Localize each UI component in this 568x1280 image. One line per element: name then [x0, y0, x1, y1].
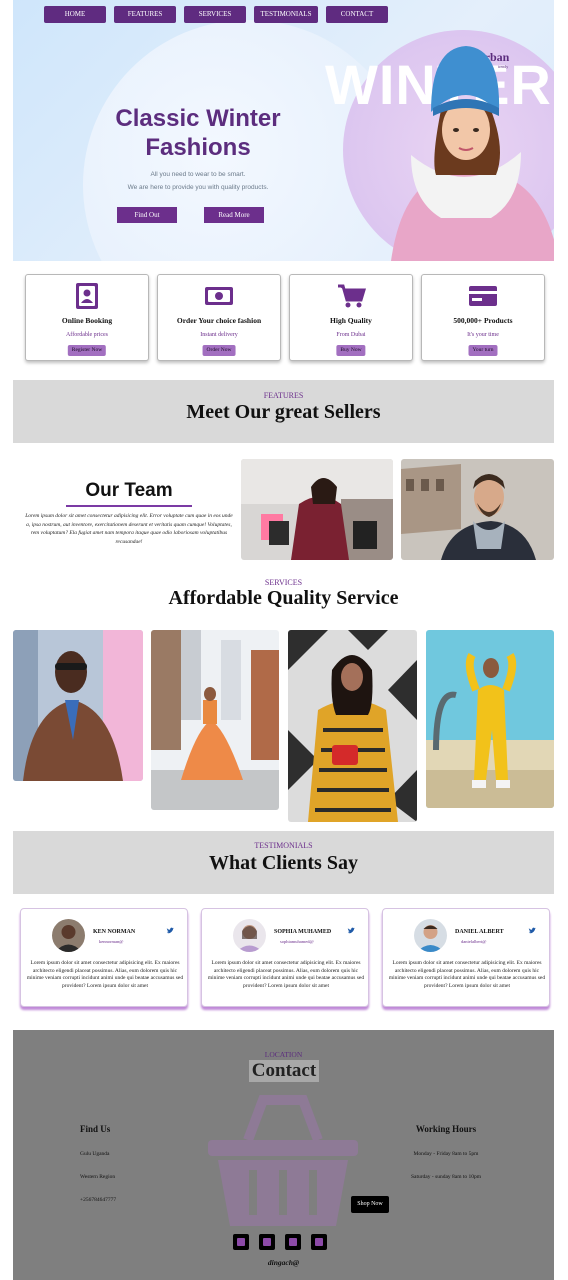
- service-photo-orange-dress: [151, 630, 279, 810]
- section-heading: Meet Our great Sellers: [186, 401, 381, 423]
- working-hours-heading: Working Hours: [415, 1124, 477, 1134]
- team-title-underline: [66, 505, 192, 507]
- testimonial-card: SOPHIA MUHAMED sophiamuhamed@ Lorem ipsu…: [201, 908, 369, 1007]
- nav-features[interactable]: FEATURES: [114, 6, 176, 23]
- seller-photo-man: [401, 459, 554, 560]
- avatar: [233, 919, 266, 952]
- section-kicker: TESTIMONIALS: [254, 841, 313, 850]
- twitter-icon[interactable]: [259, 1234, 275, 1250]
- money-icon: [205, 287, 233, 305]
- section-kicker: SERVICES: [264, 578, 303, 587]
- testimonial-text: Lorem ipsum dolor sit amet consectetur a…: [26, 960, 184, 989]
- team-description: Lorem ipsum dolor sit amet consectetur a…: [25, 513, 233, 545]
- feature-card-products: 500,000+ Products It's your time Your tu…: [421, 274, 545, 361]
- testimonial-name: DANIEL ALBERT: [455, 929, 504, 935]
- nav-testimonials[interactable]: TESTIMONIALS: [254, 6, 318, 23]
- service-photo-striped-coat: [288, 630, 417, 822]
- order-now-button[interactable]: Order Now: [202, 345, 236, 356]
- booking-icon: [76, 283, 98, 309]
- feature-title: 500,000+ Products: [453, 316, 513, 325]
- features-section-header: FEATURES Meet Our great Sellers: [13, 380, 554, 443]
- contact-heading: Contact: [249, 1060, 319, 1082]
- contact-footer: LOCATION Contact Find Us Gulu Uganda Wes…: [13, 1030, 554, 1280]
- address-line: Western Region: [80, 1174, 116, 1180]
- hero-model-image: [391, 46, 554, 261]
- register-now-button[interactable]: Register Now: [67, 345, 107, 356]
- feature-card-quality: High Quality From Dubai Buy Now: [289, 274, 413, 361]
- main-nav: HOME FEATURES SERVICES TESTIMONIALS CONT…: [44, 6, 388, 23]
- facebook-icon[interactable]: [233, 1234, 249, 1250]
- testimonial-name: KEN NORMAN: [93, 929, 136, 935]
- testimonial-handle: sophiamuhamed@: [280, 939, 314, 944]
- feature-cards: Online Booking Affordable prices Registe…: [25, 274, 545, 361]
- cart-icon: [338, 284, 366, 308]
- nav-services[interactable]: SERVICES: [184, 6, 246, 23]
- service-photo-leather-jacket: [13, 630, 143, 781]
- feature-title: Order Your choice fashion: [176, 316, 262, 325]
- nav-home[interactable]: HOME: [44, 6, 106, 23]
- working-hours-column: Working Hours Monday - Friday 8am to 5pm…: [391, 1124, 501, 1197]
- find-us-heading: Find Us: [80, 1124, 111, 1134]
- hero-title-line-1: Classic Winter: [115, 105, 281, 132]
- find-us-column: Find Us Gulu Uganda Western Region +2567…: [80, 1124, 116, 1220]
- hero-subtitle-line-2: We are here to provide you with quality …: [127, 184, 269, 191]
- shop-now-button[interactable]: Shop Now: [351, 1196, 389, 1213]
- avatar: [52, 919, 85, 952]
- buy-now-button[interactable]: Buy Now: [336, 345, 366, 356]
- feature-subtitle: It's your time: [467, 332, 499, 338]
- testimonial-text: Lorem ipsum dolor sit amet consectetur a…: [388, 960, 546, 989]
- testimonial-text: Lorem ipsum dolor sit amet consectetur a…: [207, 960, 365, 989]
- feature-title: Online Booking: [61, 316, 113, 325]
- basket-watermark-icon: [208, 1095, 358, 1226]
- your-turn-button[interactable]: Your turn: [468, 345, 498, 356]
- services-section-header: SERVICES Affordable Quality Service: [13, 573, 554, 617]
- twitter-icon[interactable]: [347, 927, 355, 935]
- footer-brand: dingach@: [267, 1258, 300, 1267]
- hours-line: Saturday - sunday 8am to 10pm: [410, 1174, 482, 1180]
- feature-card-booking: Online Booking Affordable prices Registe…: [25, 274, 149, 361]
- hero-subtitle-line-1: All you need to wear to be smart.: [150, 171, 246, 178]
- nav-contact[interactable]: CONTACT: [326, 6, 388, 23]
- find-out-button[interactable]: Find Out: [117, 207, 177, 223]
- hero-banner: WINTER Urban trendy Classic Winter Fashi…: [13, 0, 554, 261]
- feature-subtitle: Affordable prices: [65, 332, 109, 338]
- read-more-button[interactable]: Read More: [204, 207, 264, 223]
- hero-title-line-2: Fashions: [145, 134, 251, 161]
- section-heading: What Clients Say: [209, 852, 358, 874]
- instagram-icon[interactable]: [285, 1234, 301, 1250]
- phone-number: +256784647777: [80, 1197, 117, 1203]
- testimonial-cards: KEN NORMAN kennorman@ Lorem ipsum dolor …: [20, 908, 550, 1007]
- linkedin-icon[interactable]: [311, 1234, 327, 1250]
- testimonial-name: SOPHIA MUHAMED: [274, 929, 332, 935]
- hours-line: Monday - Friday 8am to 5pm: [413, 1151, 479, 1157]
- contact-kicker: LOCATION: [264, 1050, 303, 1059]
- service-photo-yellow-suit: [426, 630, 554, 808]
- feature-title: High Quality: [330, 316, 372, 325]
- seller-photo-shopper: [241, 459, 393, 560]
- testimonial-handle: danielalbert@: [461, 939, 487, 944]
- feature-subtitle: Instant delivery: [200, 332, 238, 338]
- hero-title: Classic Winter Fashions: [83, 104, 313, 162]
- twitter-icon[interactable]: [528, 927, 536, 935]
- testimonial-handle: kennorman@: [99, 939, 124, 944]
- avatar: [414, 919, 447, 952]
- twitter-icon[interactable]: [166, 927, 174, 935]
- section-kicker: FEATURES: [263, 391, 304, 400]
- feature-card-order: Order Your choice fashion Instant delive…: [157, 274, 281, 361]
- credit-card-icon: [469, 286, 497, 306]
- section-heading: Affordable Quality Service: [168, 587, 399, 609]
- testimonial-card: DANIEL ALBERT danielalbert@ Lorem ipsum …: [382, 908, 550, 1007]
- address-line: Gulu Uganda: [80, 1151, 110, 1157]
- testimonial-card: KEN NORMAN kennorman@ Lorem ipsum dolor …: [20, 908, 188, 1007]
- team-title: Our Team: [85, 480, 173, 501]
- testimonials-section-header: TESTIMONIALS What Clients Say: [13, 831, 554, 894]
- hero-subtitle: All you need to wear to be smart. We are…: [83, 168, 313, 194]
- feature-subtitle: From Dubai: [336, 332, 366, 338]
